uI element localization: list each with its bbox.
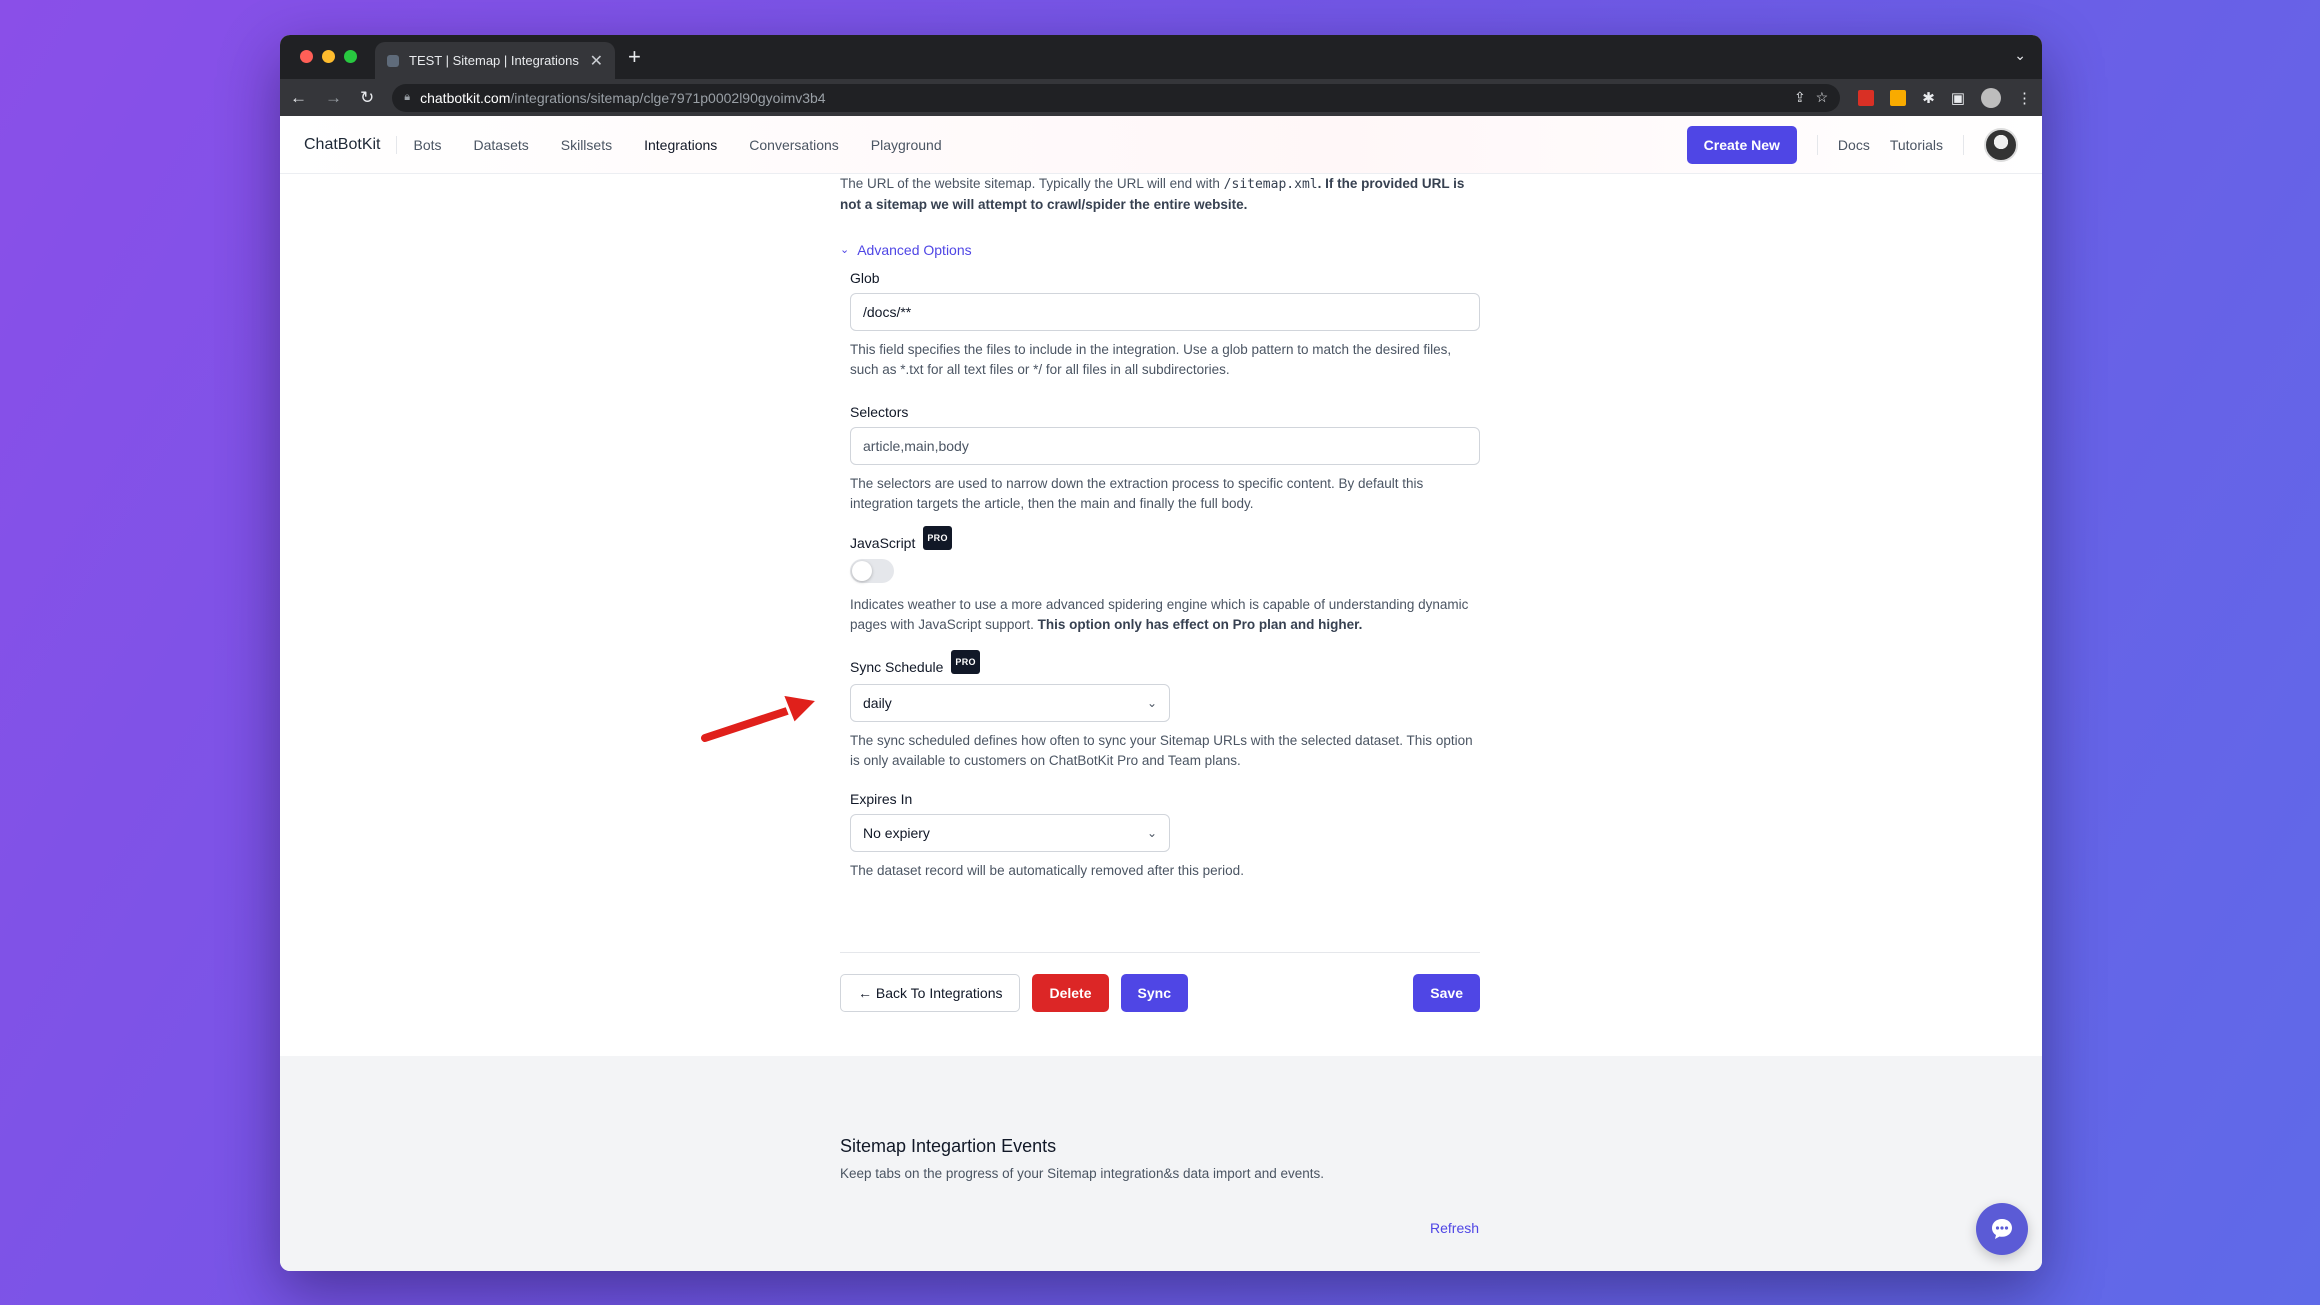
selectors-help: The selectors are used to narrow down th…	[850, 476, 1424, 511]
share-icon[interactable]: ⇪	[1794, 89, 1806, 106]
refresh-link[interactable]: Refresh	[1430, 1220, 1479, 1236]
favicon-icon	[387, 54, 399, 67]
form-actions: ← Back To Integrations Delete Sync Save	[840, 974, 1480, 1012]
browser-menu-icon[interactable]: ⋮	[2017, 89, 2032, 107]
sync-schedule-select[interactable]: daily ⌄	[850, 684, 1170, 722]
chevron-down-icon: ⌄	[840, 244, 850, 256]
app-navbar: ChatBotKit Bots Datasets Skillsets Integ…	[280, 116, 2042, 174]
extension-yellow-icon[interactable]	[1890, 89, 1907, 106]
expires-in-value: No expiery	[863, 825, 930, 841]
browser-tabbar: TEST | Sitemap | Integrations | ✕ + ⌄	[280, 35, 2042, 79]
url-path: /integrations/sitemap/clge7971p0002l90gy…	[510, 89, 826, 106]
events-title: Sitemap Integartion Events	[840, 1136, 1057, 1156]
lock-icon: 🔒︎	[404, 91, 411, 103]
delete-button[interactable]: Delete	[1032, 974, 1109, 1012]
sync-schedule-help: The sync scheduled defines how often to …	[850, 733, 1473, 768]
minimize-window-button[interactable]	[322, 50, 335, 63]
events-subtitle: Keep tabs on the progress of your Sitema…	[840, 1166, 1325, 1181]
expires-in-group: Expires In No expiery ⌄ The dataset reco…	[840, 789, 1480, 881]
reload-icon[interactable]: ↻	[360, 88, 374, 108]
user-avatar[interactable]	[1984, 127, 2018, 162]
extensions-area: ✱ ▣ ⋮	[1858, 87, 2032, 108]
url-help-text: The URL of the website sitemap. Typicall…	[840, 176, 1465, 212]
maximize-window-button[interactable]	[344, 50, 357, 63]
address-bar[interactable]: 🔒︎ chatbotkit.com/integrations/sitemap/c…	[392, 83, 1841, 112]
sync-button[interactable]: Sync	[1120, 974, 1188, 1012]
glob-group: Glob /docs/** This field specifies the f…	[840, 268, 1480, 380]
extensions-puzzle-icon[interactable]: ✱	[1922, 89, 1935, 107]
url-host: chatbotkit.com	[420, 89, 511, 106]
selectors-input[interactable]: article,main,body	[850, 427, 1480, 465]
back-to-integrations-button[interactable]: ← Back To Integrations	[840, 974, 1021, 1012]
javascript-toggle[interactable]	[850, 559, 894, 583]
nav-skillsets[interactable]: Skillsets	[561, 137, 612, 153]
nav-bots[interactable]: Bots	[413, 137, 441, 153]
nav-docs[interactable]: Docs	[1838, 137, 1870, 153]
pro-badge: PRO	[923, 526, 952, 550]
profile-avatar[interactable]	[1981, 87, 2001, 108]
main-nav: Bots Datasets Skillsets Integrations Con…	[413, 137, 941, 153]
pro-badge: PRO	[951, 650, 980, 674]
side-panel-icon[interactable]: ▣	[1951, 89, 1965, 107]
events-section: Sitemap Integartion Events Keep tabs on …	[280, 1056, 2042, 1271]
nav-playground[interactable]: Playground	[871, 137, 942, 153]
javascript-help: Indicates weather to use a more advanced…	[850, 597, 1469, 632]
expires-in-help: The dataset record will be automatically…	[850, 863, 1244, 878]
expires-in-select[interactable]: No expiery ⌄	[850, 814, 1170, 852]
window-controls	[300, 50, 357, 63]
sync-schedule-group: Sync Schedule PRO daily ⌄ The sync sched…	[840, 650, 1480, 771]
toggle-knob	[852, 561, 872, 581]
new-tab-button[interactable]: +	[628, 44, 641, 70]
sync-schedule-label: Sync Schedule PRO	[850, 650, 1480, 679]
javascript-group: JavaScript PRO Indicates weather to use …	[840, 526, 1480, 635]
chat-widget-button[interactable]	[1976, 1203, 2028, 1255]
bookmark-star-icon[interactable]: ☆	[1816, 89, 1829, 106]
selectors-label: Selectors	[850, 404, 909, 420]
nav-datasets[interactable]: Datasets	[474, 137, 529, 153]
forward-arrow-icon[interactable]: →	[325, 88, 342, 108]
chat-bubble-icon	[1992, 1219, 2012, 1239]
back-arrow-icon[interactable]: ←	[290, 88, 307, 108]
nav-divider	[1816, 134, 1818, 155]
nav-conversations[interactable]: Conversations	[749, 137, 839, 153]
browser-tab[interactable]: TEST | Sitemap | Integrations | ✕	[375, 42, 615, 79]
glob-help: This field specifies the files to includ…	[850, 342, 1452, 377]
create-new-button[interactable]: Create New	[1686, 125, 1797, 164]
browser-toolbar: ← → ↻ 🔒︎ chatbotkit.com/integrations/sit…	[280, 79, 2042, 116]
save-button[interactable]: Save	[1413, 974, 1480, 1012]
glob-input[interactable]: /docs/**	[850, 293, 1480, 331]
sync-schedule-value: daily	[863, 695, 892, 711]
form-divider	[840, 952, 1480, 953]
nav-integrations[interactable]: Integrations	[644, 137, 717, 153]
annotation-arrow-icon	[698, 692, 820, 745]
browser-window: TEST | Sitemap | Integrations | ✕ + ⌄ ← …	[280, 35, 2042, 1271]
tab-close-icon[interactable]: ✕	[590, 51, 603, 71]
brand-logo[interactable]: ChatBotKit	[304, 135, 398, 154]
glob-label: Glob	[850, 270, 880, 286]
chevron-down-icon: ⌄	[1146, 696, 1157, 710]
nav-divider	[1963, 134, 1964, 155]
javascript-label: JavaScript PRO	[850, 526, 1480, 555]
selectors-group: Selectors article,main,body The selector…	[840, 402, 1480, 514]
tab-title: TEST | Sitemap | Integrations |	[409, 53, 580, 68]
nav-tutorials[interactable]: Tutorials	[1890, 137, 1943, 153]
extension-red-icon[interactable]	[1858, 89, 1875, 106]
tab-search-icon[interactable]: ⌄	[2014, 47, 2026, 64]
chevron-down-icon: ⌄	[1146, 826, 1157, 840]
advanced-options-toggle[interactable]: ⌄ Advanced Options	[840, 240, 1480, 260]
close-window-button[interactable]	[300, 50, 313, 63]
expires-in-label: Expires In	[850, 791, 913, 807]
nav-right: Create New Docs Tutorials	[1686, 125, 2018, 164]
